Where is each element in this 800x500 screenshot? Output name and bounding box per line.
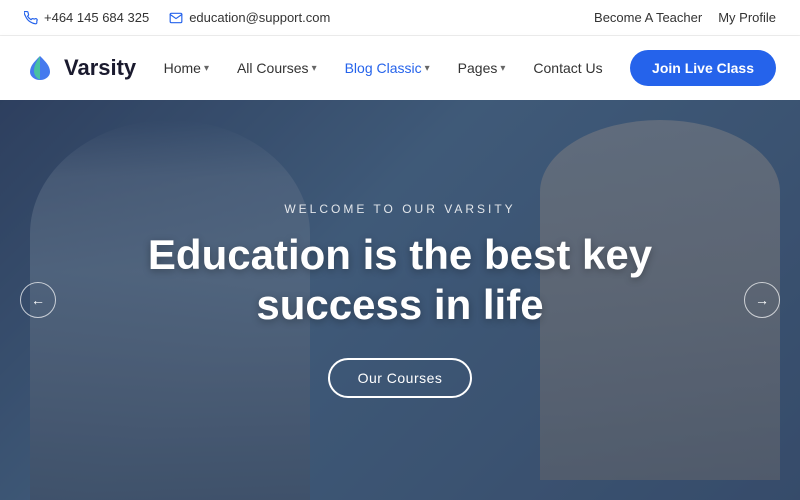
my-profile-link[interactable]: My Profile	[718, 10, 776, 25]
hero-section: WELCOME TO OUR VARSITY Education is the …	[0, 100, 800, 500]
hero-next-arrow[interactable]: →	[744, 282, 780, 318]
phone-item: +464 145 684 325	[24, 10, 149, 25]
chevron-down-icon: ▾	[204, 63, 209, 74]
nav-home[interactable]: Home ▾	[152, 52, 221, 84]
nav-pages[interactable]: Pages ▾	[446, 52, 518, 84]
phone-icon	[24, 11, 38, 25]
navbar: Varsity Home ▾ All Courses ▾ Blog Classi…	[0, 36, 800, 100]
hero-prev-arrow[interactable]: ←	[20, 282, 56, 318]
email-address: education@support.com	[189, 10, 330, 25]
phone-number: +464 145 684 325	[44, 10, 149, 25]
chevron-down-icon: ▾	[425, 63, 430, 74]
nav-contact[interactable]: Contact Us	[521, 52, 614, 84]
top-bar-right: Become A Teacher My Profile	[594, 10, 776, 25]
chevron-down-icon: ▾	[312, 63, 317, 74]
our-courses-button[interactable]: Our Courses	[328, 358, 473, 398]
hero-content: WELCOME TO OUR VARSITY Education is the …	[108, 202, 692, 397]
email-icon	[169, 11, 183, 25]
nav-all-courses[interactable]: All Courses ▾	[225, 52, 329, 84]
nav-blog-classic[interactable]: Blog Classic ▾	[333, 52, 442, 84]
top-bar: +464 145 684 325 education@support.com B…	[0, 0, 800, 36]
nav-links: Home ▾ All Courses ▾ Blog Classic ▾ Page…	[152, 52, 615, 84]
hero-subtitle: WELCOME TO OUR VARSITY	[148, 202, 652, 216]
hero-title-line1: Education is the best key	[148, 231, 652, 278]
logo[interactable]: Varsity	[24, 52, 136, 84]
hero-title-line2: success in life	[256, 281, 543, 328]
become-teacher-link[interactable]: Become A Teacher	[594, 10, 702, 25]
top-bar-left: +464 145 684 325 education@support.com	[24, 10, 330, 25]
join-live-class-button[interactable]: Join Live Class	[630, 50, 776, 86]
logo-text: Varsity	[64, 55, 136, 81]
email-item: education@support.com	[169, 10, 330, 25]
hero-title: Education is the best key success in lif…	[148, 230, 652, 329]
logo-icon	[24, 52, 56, 84]
chevron-down-icon: ▾	[500, 63, 505, 74]
